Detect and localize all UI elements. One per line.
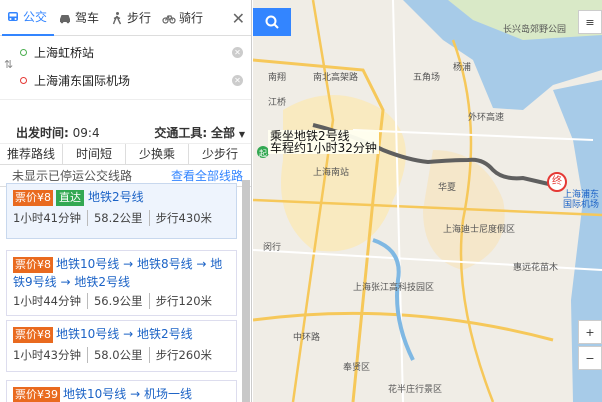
tab-bike-label: 骑行: [179, 11, 204, 25]
route-distance: 56.9公里: [94, 293, 150, 309]
zoom-out-icon[interactable]: −: [578, 346, 602, 370]
map[interactable]: 起 南北高架路 外环高速 五角场 杨浦 长兴岛郊野公园 上海南站 华夏 上海迪士…: [253, 0, 602, 402]
route-option-3[interactable]: 票价¥8 地铁10号线 → 地铁2号线 1小时43分钟 58.0公里 步行260米: [6, 320, 237, 372]
end-dot-icon: [20, 76, 27, 84]
map-label-zhangjiang: 上海张江高科技园区: [353, 283, 435, 293]
close-icon[interactable]: ✕: [232, 9, 245, 28]
map-label-huagang: 花半庄行景区: [388, 385, 443, 395]
price-badge: 票价¥8: [13, 327, 53, 343]
layers-icon[interactable]: ≡: [578, 10, 602, 34]
map-label-jiangqiao: 江桥: [268, 98, 287, 108]
walk-icon: [112, 11, 122, 24]
route-option-2[interactable]: 票价¥8 地铁10号线 → 地铁8号线 → 地铁9号线 → 地铁2号线 1小时44…: [6, 250, 237, 316]
sort-fewest-transfers[interactable]: 少换乘: [126, 144, 189, 164]
map-label-minhang: 闵行: [263, 243, 282, 253]
swap-icon[interactable]: ⇅: [4, 58, 13, 71]
chevron-down-icon: ▼: [238, 130, 245, 139]
map-label-zhonghuan: 中环路: [293, 333, 321, 343]
tool-value: 全部: [211, 126, 236, 140]
map-label-huadong-park: 惠远花苗木: [513, 263, 559, 273]
scrollbar[interactable]: [242, 180, 250, 402]
search-button[interactable]: [253, 8, 291, 36]
route-option-1[interactable]: 票价¥8 直达 地铁2号线 1小时41分钟 58.2公里 步行430米: [6, 183, 237, 239]
price-badge: 票价¥8: [13, 257, 53, 273]
tab-bus[interactable]: 公交: [2, 0, 55, 36]
map-label-disney: 上海迪士尼度假区: [443, 225, 516, 235]
route-lines: 地铁10号线 → 机场一线: [63, 387, 192, 401]
tab-drive[interactable]: 驾车: [54, 0, 106, 36]
map-label-fengxian: 奉贤区: [343, 363, 371, 373]
tab-walk-label: 步行: [127, 11, 152, 25]
price-badge: 票价¥39: [13, 387, 60, 402]
tab-bike[interactable]: 骑行: [158, 0, 210, 36]
end-marker[interactable]: 终: [547, 172, 567, 192]
route-walk: 步行120米: [155, 294, 213, 308]
clear-start-icon[interactable]: ✕: [232, 46, 243, 58]
bus-icon: [8, 11, 18, 21]
depart-option[interactable]: 出发时间: 09:4: [16, 124, 100, 141]
sort-shortest-time[interactable]: 时间短: [63, 144, 126, 164]
hidden-note-text: 未显示已停运公交线路: [12, 169, 133, 183]
map-label-nanxiang: 南翔: [268, 73, 287, 83]
end-field[interactable]: 上海浦东国际机场 ✕: [20, 68, 243, 92]
svg-text:起: 起: [259, 149, 267, 158]
route-lines: 地铁10号线 → 地铁2号线: [56, 327, 193, 341]
direct-badge: 直达: [56, 190, 84, 206]
tool-option[interactable]: 交通工具: 全部 ▼: [154, 124, 245, 141]
bike-icon: [162, 14, 176, 24]
car-icon: [60, 14, 71, 23]
depart-label: 出发时间:: [16, 126, 69, 140]
route-time: 1小时44分钟: [13, 293, 88, 309]
tooltip-duration: 车程约1小时32分钟: [270, 141, 377, 155]
start-dot-icon: [20, 48, 27, 56]
view-all-link[interactable]: 查看全部线路: [171, 167, 243, 184]
zoom-in-icon[interactable]: +: [578, 320, 602, 344]
route-time: 1小时41分钟: [13, 210, 88, 226]
start-value: 上海虹桥站: [34, 45, 95, 60]
mode-tabs: 公交 驾车 步行 骑行 ✕: [0, 0, 251, 36]
sort-least-walking[interactable]: 少步行: [189, 144, 251, 164]
route-distance: 58.0公里: [94, 347, 150, 363]
route-walk: 步行430米: [155, 211, 213, 225]
sort-recommended[interactable]: 推荐路线: [0, 144, 63, 164]
tab-walk[interactable]: 步行: [106, 0, 158, 36]
options-bar: 出发时间: 09:4 交通工具: 全部 ▼: [0, 122, 251, 144]
map-label-airport: 上海浦东国际机场: [563, 190, 600, 210]
route-walk: 步行260米: [155, 348, 213, 362]
route-time: 1小时43分钟: [13, 347, 88, 363]
search-icon: [265, 15, 279, 29]
map-label-nanbei: 南北高架路: [313, 73, 359, 83]
map-label-yangpu: 杨浦: [453, 63, 472, 73]
tab-drive-label: 驾车: [75, 11, 100, 25]
map-label-south-station: 上海南站: [313, 168, 350, 178]
route-panel: 公交 驾车 步行 骑行 ✕ ⇅ 上海虹桥站 ✕ 上海浦东国际机场 ✕ 出发时间:…: [0, 0, 252, 402]
tab-bus-label: 公交: [23, 10, 48, 24]
map-label-wujiaochang: 五角场: [413, 73, 441, 83]
tool-label: 交通工具:: [154, 126, 208, 140]
route-option-4[interactable]: 票价¥39 地铁10号线 → 机场一线: [6, 380, 237, 402]
sort-options: 推荐路线 时间短 少换乘 少步行: [0, 144, 251, 165]
clear-end-icon[interactable]: ✕: [232, 74, 243, 86]
end-value: 上海浦东国际机场: [34, 73, 131, 88]
map-label-huaxia: 华夏: [438, 183, 457, 193]
map-label-waihuan: 外环高速: [468, 113, 505, 123]
map-label-changxing: 长兴岛郊野公园: [503, 25, 567, 35]
route-distance: 58.2公里: [94, 210, 150, 226]
price-badge: 票价¥8: [13, 190, 53, 206]
route-inputs: ⇅ 上海虹桥站 ✕ 上海浦东国际机场 ✕: [0, 36, 251, 100]
route-lines: 地铁2号线: [88, 190, 144, 204]
map-route-tooltip: 乘坐地铁2号线 车程约1小时32分钟: [268, 130, 379, 154]
start-field[interactable]: 上海虹桥站 ✕: [20, 40, 243, 64]
depart-value: 09:4: [72, 126, 100, 140]
